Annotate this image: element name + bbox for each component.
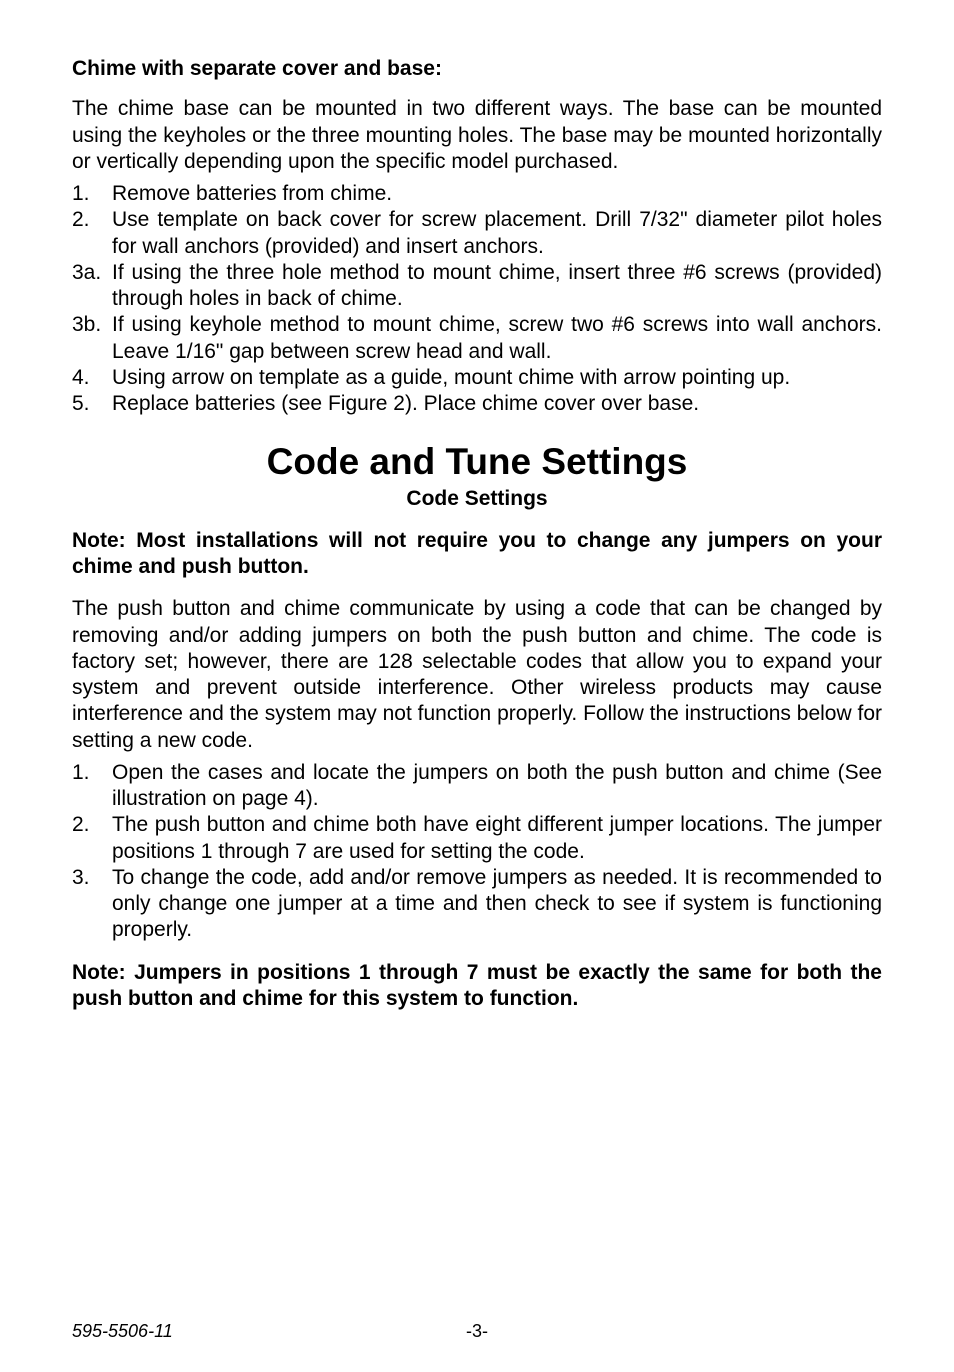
footer-pagenum: -3- <box>466 1320 488 1343</box>
code-note-2: Note: Jumpers in positions 1 through 7 m… <box>72 960 882 1013</box>
list-num: 4. <box>72 365 108 391</box>
code-settings-subheading: Code Settings <box>72 486 882 512</box>
list-text: If using keyhole method to mount chime, … <box>112 313 882 362</box>
list-text: To change the code, add and/or remove ju… <box>112 866 882 942</box>
list-text: Use template on back cover for screw pla… <box>112 208 882 257</box>
list-item: 2. The push button and chime both have e… <box>112 812 882 865</box>
footer: 595-5506-11 -3- <box>72 1320 882 1343</box>
list-item: 4. Using arrow on template as a guide, m… <box>112 365 882 391</box>
list-item: 5. Replace batteries (see Figure 2). Pla… <box>112 391 882 417</box>
list-item: 1. Remove batteries from chime. <box>112 181 882 207</box>
list-num: 2. <box>72 812 108 838</box>
list-num: 3b. <box>72 312 108 338</box>
code-intro: The push button and chime communicate by… <box>72 596 882 754</box>
list-num: 3a. <box>72 260 108 286</box>
list-text: Open the cases and locate the jumpers on… <box>112 761 882 810</box>
footer-spacer <box>877 1320 882 1343</box>
chime-separate-list: 1. Remove batteries from chime. 2. Use t… <box>72 181 882 417</box>
list-text: If using the three hole method to mount … <box>112 261 882 310</box>
list-text: Remove batteries from chime. <box>112 182 392 205</box>
list-num: 2. <box>72 207 108 233</box>
list-item: 3a. If using the three hole method to mo… <box>112 260 882 313</box>
code-list: 1. Open the cases and locate the jumpers… <box>72 760 882 944</box>
list-item: 3. To change the code, add and/or remove… <box>112 865 882 944</box>
list-num: 3. <box>72 865 108 891</box>
list-num: 1. <box>72 181 108 207</box>
code-note-1: Note: Most installations will not requir… <box>72 528 882 581</box>
chime-separate-heading: Chime with separate cover and base: <box>72 56 882 82</box>
list-num: 1. <box>72 760 108 786</box>
page: Chime with separate cover and base: The … <box>0 0 954 1372</box>
list-text: The push button and chime both have eigh… <box>112 813 882 862</box>
list-item: 1. Open the cases and locate the jumpers… <box>112 760 882 813</box>
list-item: 2. Use template on back cover for screw … <box>112 207 882 260</box>
list-num: 5. <box>72 391 108 417</box>
list-item: 3b. If using keyhole method to mount chi… <box>112 312 882 365</box>
chime-separate-intro: The chime base can be mounted in two dif… <box>72 96 882 175</box>
footer-docnum: 595-5506-11 <box>72 1320 173 1343</box>
list-text: Using arrow on template as a guide, moun… <box>112 366 790 389</box>
list-text: Replace batteries (see Figure 2). Place … <box>112 392 699 415</box>
code-tune-heading: Code and Tune Settings <box>72 439 882 485</box>
